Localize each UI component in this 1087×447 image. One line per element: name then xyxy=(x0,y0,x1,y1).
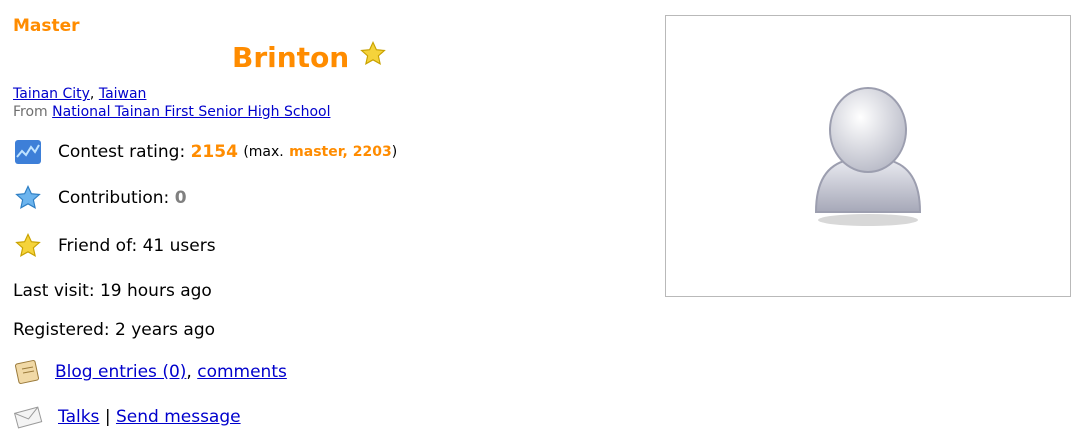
avatar xyxy=(665,15,1071,297)
registered: Registered: 2 years ago xyxy=(13,320,216,340)
comments-link[interactable]: comments xyxy=(197,362,287,382)
rating-chart-icon xyxy=(13,137,43,167)
add-friend-star-icon[interactable] xyxy=(359,40,387,75)
contribution-row: Contribution: 0 xyxy=(13,183,187,213)
link-separator: | xyxy=(104,407,111,427)
user-handle: Brinton xyxy=(232,41,350,74)
user-rank: Master xyxy=(13,16,80,36)
last-visit: Last visit: 19 hours ago xyxy=(13,281,212,301)
friend-label: Friend of: xyxy=(58,236,138,256)
send-message-link[interactable]: Send message xyxy=(116,407,241,427)
blog-entries-link[interactable]: Blog entries (0) xyxy=(55,362,186,382)
rating-label: Contest rating: xyxy=(58,142,186,162)
friend-row: Friend of: 41 users xyxy=(13,231,216,261)
max-close: ) xyxy=(391,144,398,160)
organization-link[interactable]: National Tainan First Senior High School xyxy=(52,104,330,120)
friend-star-icon xyxy=(13,231,43,261)
contribution-star-icon xyxy=(13,183,43,213)
location-block: Tainan City, Taiwan From National Tainan… xyxy=(13,86,331,120)
max-rank-rating: master, 2203 xyxy=(289,144,392,160)
blog-row: Blog entries (0), comments xyxy=(13,357,287,387)
blog-icon xyxy=(13,357,43,387)
friend-value: 41 users xyxy=(142,236,216,256)
country-link[interactable]: Taiwan xyxy=(99,86,147,102)
rating-value: 2154 xyxy=(190,142,238,162)
talks-link[interactable]: Talks xyxy=(58,407,99,427)
contribution-value: 0 xyxy=(174,188,187,208)
talks-row: Talks | Send message xyxy=(13,402,241,432)
contest-rating-row: Contest rating: 2154 (max. master, 2203 … xyxy=(13,137,397,167)
city-link[interactable]: Tainan City xyxy=(13,86,90,102)
avatar-placeholder-icon xyxy=(808,82,928,231)
from-label: From xyxy=(13,104,48,120)
user-handle-row: Brinton xyxy=(232,40,387,75)
envelope-icon xyxy=(13,402,43,432)
max-open: (max. xyxy=(243,144,284,160)
contribution-label: Contribution: xyxy=(58,188,170,208)
